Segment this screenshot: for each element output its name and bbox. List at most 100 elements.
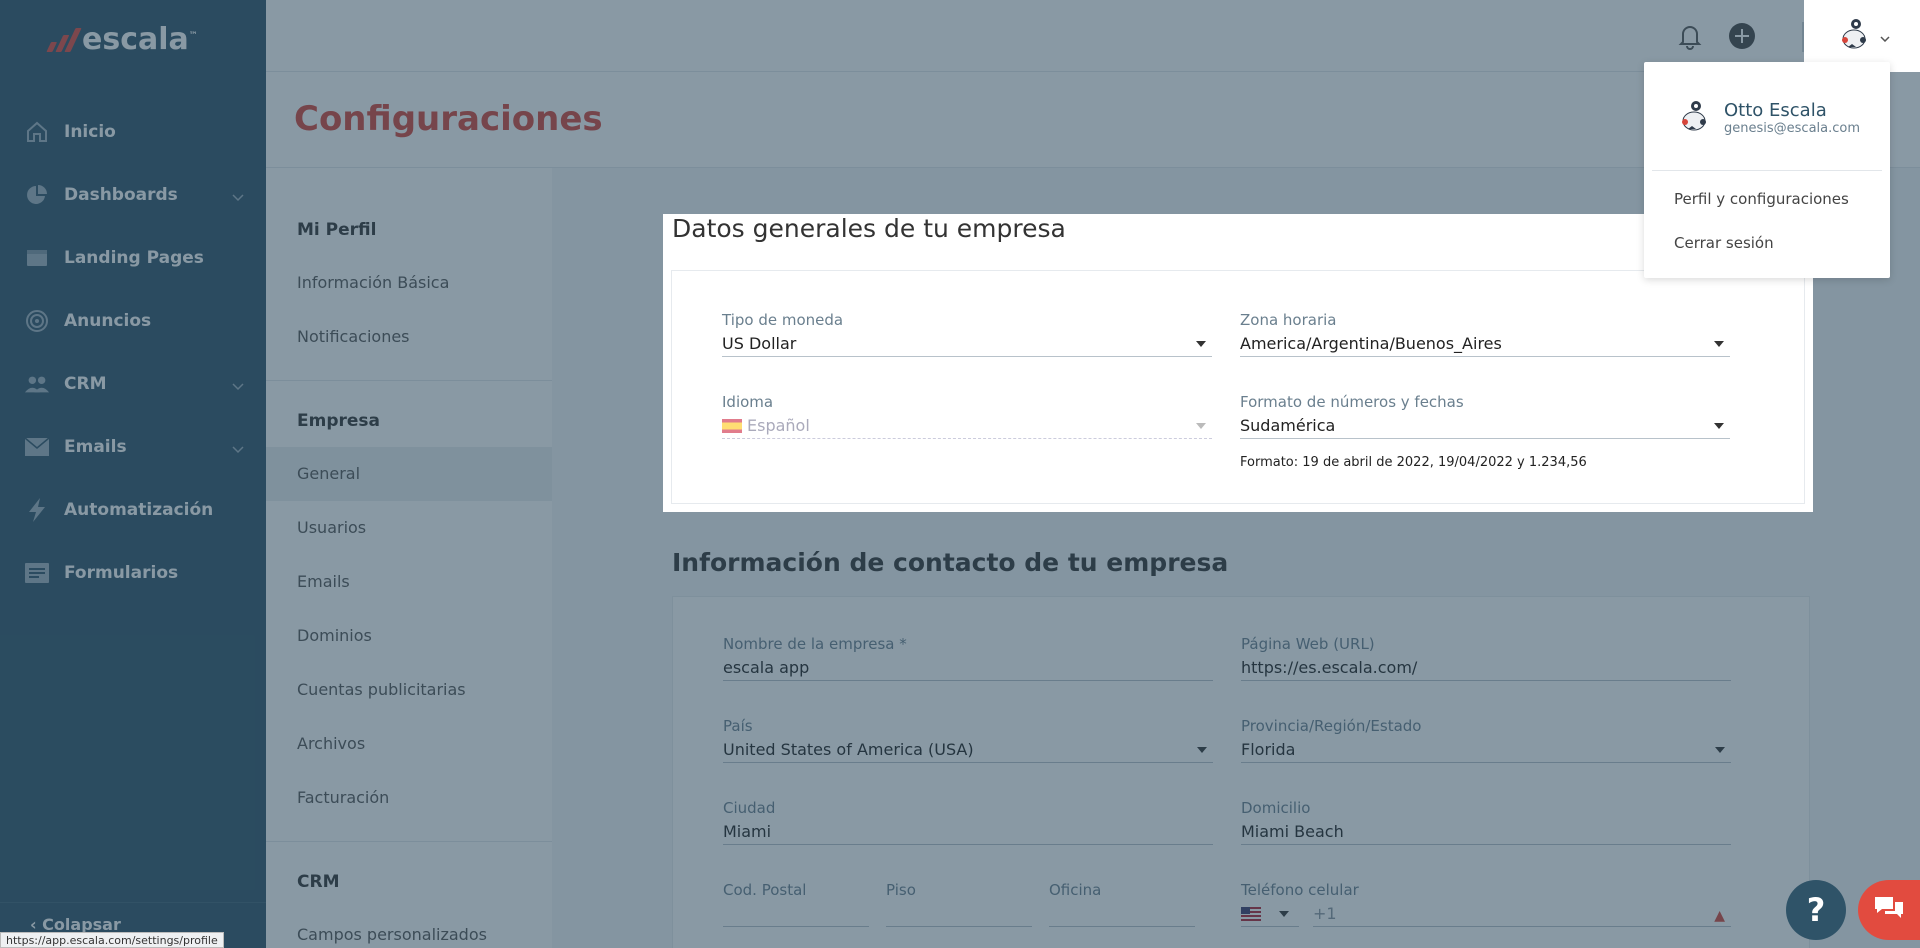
office-input[interactable]: [1049, 901, 1195, 927]
bell-icon[interactable]: [1676, 22, 1704, 50]
field-label: Piso: [886, 881, 916, 899]
nav-item-label: Anuncios: [64, 310, 152, 331]
form-icon: [24, 560, 50, 586]
nav-item-anuncios[interactable]: Anuncios: [0, 289, 266, 352]
caret-down-icon: [1715, 747, 1725, 753]
currency-field[interactable]: Tipo de moneda US Dollar: [722, 311, 1212, 357]
caret-down-icon: [1714, 423, 1724, 429]
timezone-select[interactable]: America/Argentina/Buenos_Aires: [1240, 331, 1730, 357]
logo-mark-icon: [46, 27, 82, 52]
help-button[interactable]: ?: [1786, 880, 1846, 940]
phone-input[interactable]: +1 ▲: [1313, 901, 1731, 927]
currency-select[interactable]: US Dollar: [722, 331, 1212, 357]
company-name-field[interactable]: Nombre de la empresa * escala app: [723, 635, 1213, 681]
nav-item-formularios[interactable]: Formularios: [0, 541, 266, 604]
home-icon: [24, 119, 50, 145]
website-input[interactable]: https://es.escala.com/: [1241, 655, 1731, 681]
field-label: Nombre de la empresa *: [723, 635, 907, 653]
field-label: Provincia/Región/Estado: [1241, 717, 1422, 735]
general-data-section: Datos generales de tu empresa Tipo de mo…: [663, 214, 1813, 512]
state-value: Florida: [1241, 740, 1296, 759]
state-select[interactable]: Florida: [1241, 737, 1731, 763]
browser-status-url: https://app.escala.com/settings/profile: [0, 932, 224, 948]
sidebar: escala™ Inicio Dashboards Landing Pages: [0, 0, 266, 948]
nav-item-automatizacion[interactable]: Automatización: [0, 478, 266, 541]
settings-item-usuarios[interactable]: Usuarios: [266, 501, 552, 555]
country-field[interactable]: País United States of America (USA): [723, 717, 1213, 763]
caret-down-icon: [1197, 747, 1207, 753]
caret-down-icon: [1279, 911, 1289, 917]
add-circle-icon[interactable]: [1728, 22, 1756, 50]
phone-row: +1 ▲: [1241, 901, 1731, 927]
settings-item-archivos[interactable]: Archivos: [266, 717, 552, 771]
envelope-icon: [24, 434, 50, 460]
chat-button[interactable]: [1858, 880, 1920, 940]
logout-link[interactable]: Cerrar sesión: [1674, 234, 1774, 252]
address-field[interactable]: Domicilio Miami Beach: [1241, 799, 1731, 845]
settings-item-notificaciones[interactable]: Notificaciones: [266, 310, 552, 364]
user-info: Otto Escala genesis@escala.com: [1674, 96, 1860, 140]
people-icon: [24, 371, 50, 397]
field-label: Teléfono celular: [1241, 881, 1359, 899]
pie-chart-icon: [24, 182, 50, 208]
settings-item-facturacion[interactable]: Facturación: [266, 771, 552, 825]
help-label: ?: [1806, 891, 1826, 929]
settings-item-dominios[interactable]: Dominios: [266, 609, 552, 663]
settings-item-cuentas-publicitarias[interactable]: Cuentas publicitarias: [266, 663, 552, 717]
state-field[interactable]: Provincia/Región/Estado Florida: [1241, 717, 1731, 763]
field-label: Ciudad: [723, 799, 776, 817]
general-section-title: Datos generales de tu empresa: [672, 214, 1066, 243]
phone-field[interactable]: Teléfono celular +1 ▲: [1241, 881, 1731, 927]
format-field[interactable]: Formato de números y fechas Sudamérica: [1240, 393, 1730, 439]
usa-flag-icon: [1241, 907, 1261, 921]
city-field[interactable]: Ciudad Miami: [723, 799, 1213, 845]
escala-logo[interactable]: escala™: [46, 22, 198, 57]
country-select[interactable]: United States of America (USA): [723, 737, 1213, 763]
nav-item-landing-pages[interactable]: Landing Pages: [0, 226, 266, 289]
warning-icon: ▲: [1714, 908, 1725, 924]
field-label: Oficina: [1049, 881, 1102, 899]
nav-item-label: Dashboards: [64, 184, 178, 205]
settings-item-emails[interactable]: Emails: [266, 555, 552, 609]
floor-field[interactable]: Piso: [886, 881, 1032, 927]
nav-item-crm[interactable]: CRM: [0, 352, 266, 415]
address-input[interactable]: Miami Beach: [1241, 819, 1731, 845]
country-code-select[interactable]: [1241, 901, 1299, 927]
city-input[interactable]: Miami: [723, 819, 1213, 845]
logo-text: escala™: [82, 22, 198, 57]
settings-section-title: CRM: [297, 872, 340, 892]
nav-item-inicio[interactable]: Inicio: [0, 100, 266, 163]
browser-window-icon: [24, 245, 50, 271]
nav-item-label: Automatización: [64, 499, 214, 520]
chat-icon: [1873, 894, 1905, 926]
postal-input[interactable]: [723, 901, 869, 927]
field-label: Tipo de moneda: [722, 311, 844, 329]
main-nav: Inicio Dashboards Landing Pages Anuncios: [0, 100, 266, 604]
nav-item-label: Emails: [64, 436, 127, 457]
phone-value: +1: [1313, 904, 1337, 923]
language-select: Español: [722, 413, 1212, 439]
contact-card: Nombre de la empresa * escala app Página…: [672, 596, 1810, 948]
settings-section-title: Empresa: [297, 411, 380, 431]
target-icon: [24, 308, 50, 334]
format-select[interactable]: Sudamérica: [1240, 413, 1730, 439]
nav-item-label: Formularios: [64, 562, 179, 583]
profile-settings-link[interactable]: Perfil y configuraciones: [1674, 190, 1849, 208]
settings-item-general[interactable]: General: [266, 447, 552, 501]
settings-item-informacion-basica[interactable]: Información Básica: [266, 256, 552, 310]
page-title: Configuraciones: [294, 99, 603, 139]
postal-field[interactable]: Cod. Postal: [723, 881, 869, 927]
office-field[interactable]: Oficina: [1049, 881, 1195, 927]
timezone-field[interactable]: Zona horaria America/Argentina/Buenos_Ai…: [1240, 311, 1730, 357]
website-field[interactable]: Página Web (URL) https://es.escala.com/: [1241, 635, 1731, 681]
nav-item-emails[interactable]: Emails: [0, 415, 266, 478]
nav-item-label: Landing Pages: [64, 247, 204, 268]
caret-down-icon: [1196, 341, 1206, 347]
settings-item-campos-personalizados[interactable]: Campos personalizados: [266, 908, 552, 948]
format-value: Sudamérica: [1240, 416, 1336, 435]
nav-item-dashboards[interactable]: Dashboards: [0, 163, 266, 226]
floor-input[interactable]: [886, 901, 1032, 927]
settings-section-title: Mi Perfil: [297, 220, 377, 240]
company-name-input[interactable]: escala app: [723, 655, 1213, 681]
caret-down-icon: [1196, 423, 1206, 429]
